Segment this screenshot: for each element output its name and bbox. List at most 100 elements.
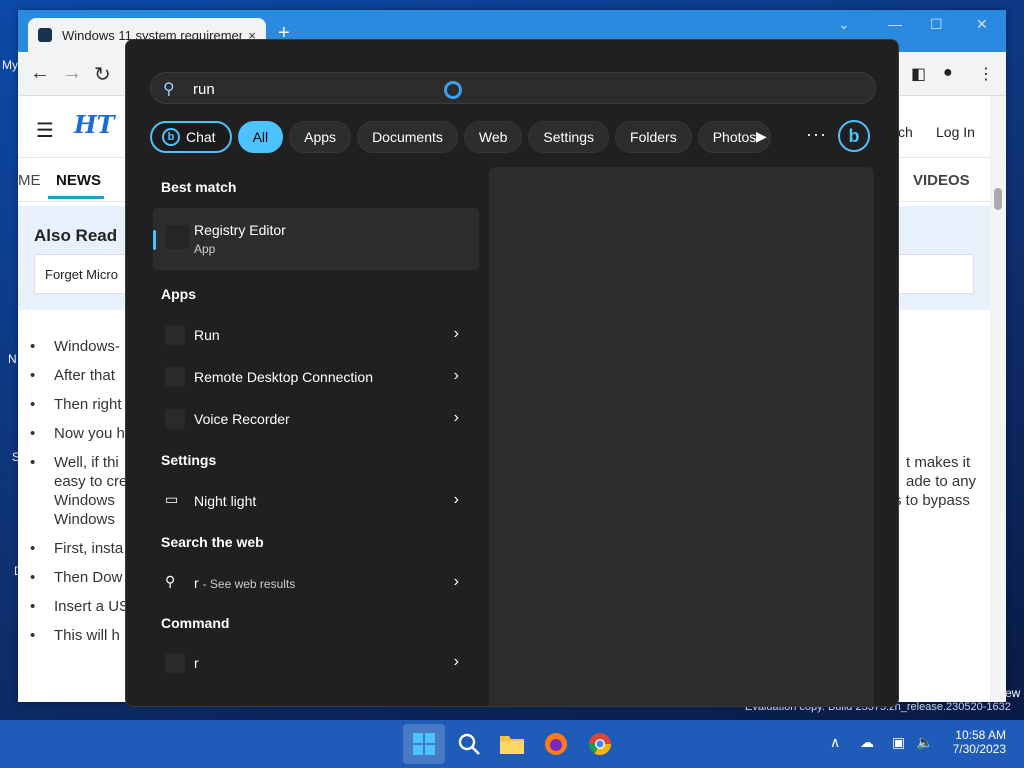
- search-box[interactable]: ⚲: [150, 72, 876, 104]
- result-remote-desktop[interactable]: Remote Desktop Connection ›: [153, 357, 479, 397]
- article-text: t makes it: [906, 454, 971, 471]
- back-icon[interactable]: ←: [30, 62, 50, 85]
- network-icon[interactable]: ☁: [860, 734, 874, 751]
- display-tray-icon[interactable]: ▣: [892, 734, 905, 751]
- search-filters: b Chat All Apps Documents Web Settings F…: [150, 121, 772, 153]
- run-icon: [165, 325, 185, 345]
- site-logo[interactable]: HT: [74, 110, 115, 139]
- filter-web[interactable]: Web: [463, 121, 523, 153]
- result-label: Remote Desktop Connection: [194, 369, 373, 385]
- chevron-right-icon[interactable]: ›: [454, 409, 459, 427]
- chevron-right-icon[interactable]: ›: [454, 325, 459, 343]
- nav-item-news[interactable]: NEWS: [56, 172, 101, 189]
- list-item: After that: [30, 367, 115, 384]
- list-item: Windows-: [30, 338, 120, 355]
- display-icon: ▭: [165, 491, 179, 507]
- chevron-right-icon[interactable]: ›: [454, 573, 459, 591]
- registry-editor-icon: [165, 225, 189, 249]
- result-label: Voice Recorder: [194, 411, 290, 427]
- favicon-icon: [38, 28, 52, 42]
- article-text: Windows: [54, 492, 115, 509]
- result-web-search[interactable]: ⚲ r - See web results ›: [153, 563, 479, 603]
- list-item: This will h: [30, 627, 120, 644]
- clock-time: 10:58 AM: [955, 728, 1006, 742]
- command-heading: Command: [161, 615, 230, 631]
- result-run[interactable]: Run ›: [153, 315, 479, 355]
- filter-chat[interactable]: b Chat: [150, 121, 232, 153]
- desktop-label-2: N: [8, 352, 17, 366]
- list-item: Then right: [30, 396, 122, 413]
- chevron-right-icon[interactable]: ›: [454, 367, 459, 385]
- start-button-icon[interactable]: [410, 730, 438, 758]
- web-suffix: - See web results: [202, 577, 296, 591]
- login-link[interactable]: Log In: [936, 124, 975, 140]
- article-text: Windows: [54, 511, 115, 528]
- tray-chevron-up-icon[interactable]: ∧: [830, 734, 840, 751]
- play-icon[interactable]: ▶: [756, 128, 767, 145]
- list-item: First, insta: [30, 540, 123, 557]
- firefox-icon[interactable]: [542, 730, 570, 758]
- list-item: Insert a US: [30, 598, 129, 615]
- search-web-heading: Search the web: [161, 534, 264, 550]
- volume-icon[interactable]: 🔈: [916, 734, 933, 751]
- command-icon: [165, 653, 185, 673]
- file-explorer-icon[interactable]: [498, 730, 526, 758]
- filter-settings[interactable]: Settings: [528, 121, 610, 153]
- web-query: r: [194, 575, 199, 591]
- best-match-name: Registry Editor: [194, 222, 286, 238]
- search-icon: ⚲: [163, 81, 175, 98]
- best-match-heading: Best match: [161, 179, 237, 195]
- start-search-panel: ⚲ b Chat All Apps Documents Web Settings…: [125, 39, 899, 707]
- maximize-icon[interactable]: ☐: [930, 16, 943, 33]
- system-clock[interactable]: 10:58 AM 7/30/2023: [944, 728, 1006, 756]
- article-text: easy to cre: [54, 473, 128, 490]
- result-label: Run: [194, 327, 220, 343]
- nav-item-videos[interactable]: VIDEOS: [913, 172, 970, 189]
- scrollbar-thumb[interactable]: [994, 188, 1002, 210]
- article-text: ade to any: [906, 473, 977, 490]
- result-voice-recorder[interactable]: Voice Recorder ›: [153, 399, 479, 439]
- menu-dots-icon[interactable]: ⋮: [978, 64, 994, 84]
- result-label: Night light: [194, 493, 257, 509]
- filter-all[interactable]: All: [237, 121, 284, 153]
- more-options-icon[interactable]: ···: [806, 124, 827, 145]
- best-match-result[interactable]: Registry Editor App: [153, 208, 479, 270]
- list-item: Now you h: [30, 425, 125, 442]
- result-command[interactable]: r ›: [153, 643, 479, 683]
- filter-folders[interactable]: Folders: [615, 121, 692, 153]
- filter-chat-label: Chat: [186, 129, 216, 145]
- bing-chat-icon[interactable]: b: [838, 120, 870, 152]
- hamburger-menu-icon[interactable]: ☰: [36, 118, 54, 143]
- desktop-label-1: My: [2, 58, 18, 72]
- web-search-icon: ⚲: [165, 573, 176, 589]
- list-item: Then Dow: [30, 569, 122, 586]
- reload-icon[interactable]: ↻: [94, 62, 111, 87]
- chrome-icon[interactable]: [586, 730, 614, 758]
- selection-accent: [153, 230, 156, 250]
- filter-documents[interactable]: Documents: [357, 121, 458, 153]
- page-scrollbar[interactable]: [990, 96, 1006, 702]
- tab-search-icon[interactable]: ⌄: [838, 16, 850, 33]
- chevron-right-icon[interactable]: ›: [454, 491, 459, 509]
- result-night-light[interactable]: ▭ Night light ›: [153, 481, 479, 521]
- voice-recorder-icon: [165, 409, 185, 429]
- search-input[interactable]: [193, 79, 793, 99]
- chevron-right-icon[interactable]: ›: [454, 653, 459, 671]
- minimize-icon[interactable]: —: [888, 16, 902, 32]
- best-match-type: App: [194, 242, 216, 256]
- list-item: Well, if thi: [30, 454, 119, 471]
- close-window-icon[interactable]: ✕: [976, 16, 988, 33]
- forward-icon[interactable]: →: [62, 62, 82, 85]
- sidebar-icon[interactable]: ◧: [911, 64, 926, 84]
- filter-apps[interactable]: Apps: [289, 121, 352, 153]
- search-link[interactable]: ch: [898, 124, 913, 140]
- taskbar-search-icon[interactable]: [455, 730, 483, 758]
- taskbar: ∧ ☁ ▣ 🔈 10:58 AM 7/30/2023: [0, 720, 1024, 768]
- bing-icon: b: [162, 128, 180, 146]
- also-read-heading: Also Read: [34, 226, 118, 245]
- nav-item-home[interactable]: ME: [18, 172, 41, 189]
- active-nav-underline: [48, 196, 104, 199]
- clock-date: 7/30/2023: [952, 742, 1006, 756]
- cortana-icon: [444, 81, 462, 99]
- profile-icon[interactable]: ●: [943, 64, 953, 82]
